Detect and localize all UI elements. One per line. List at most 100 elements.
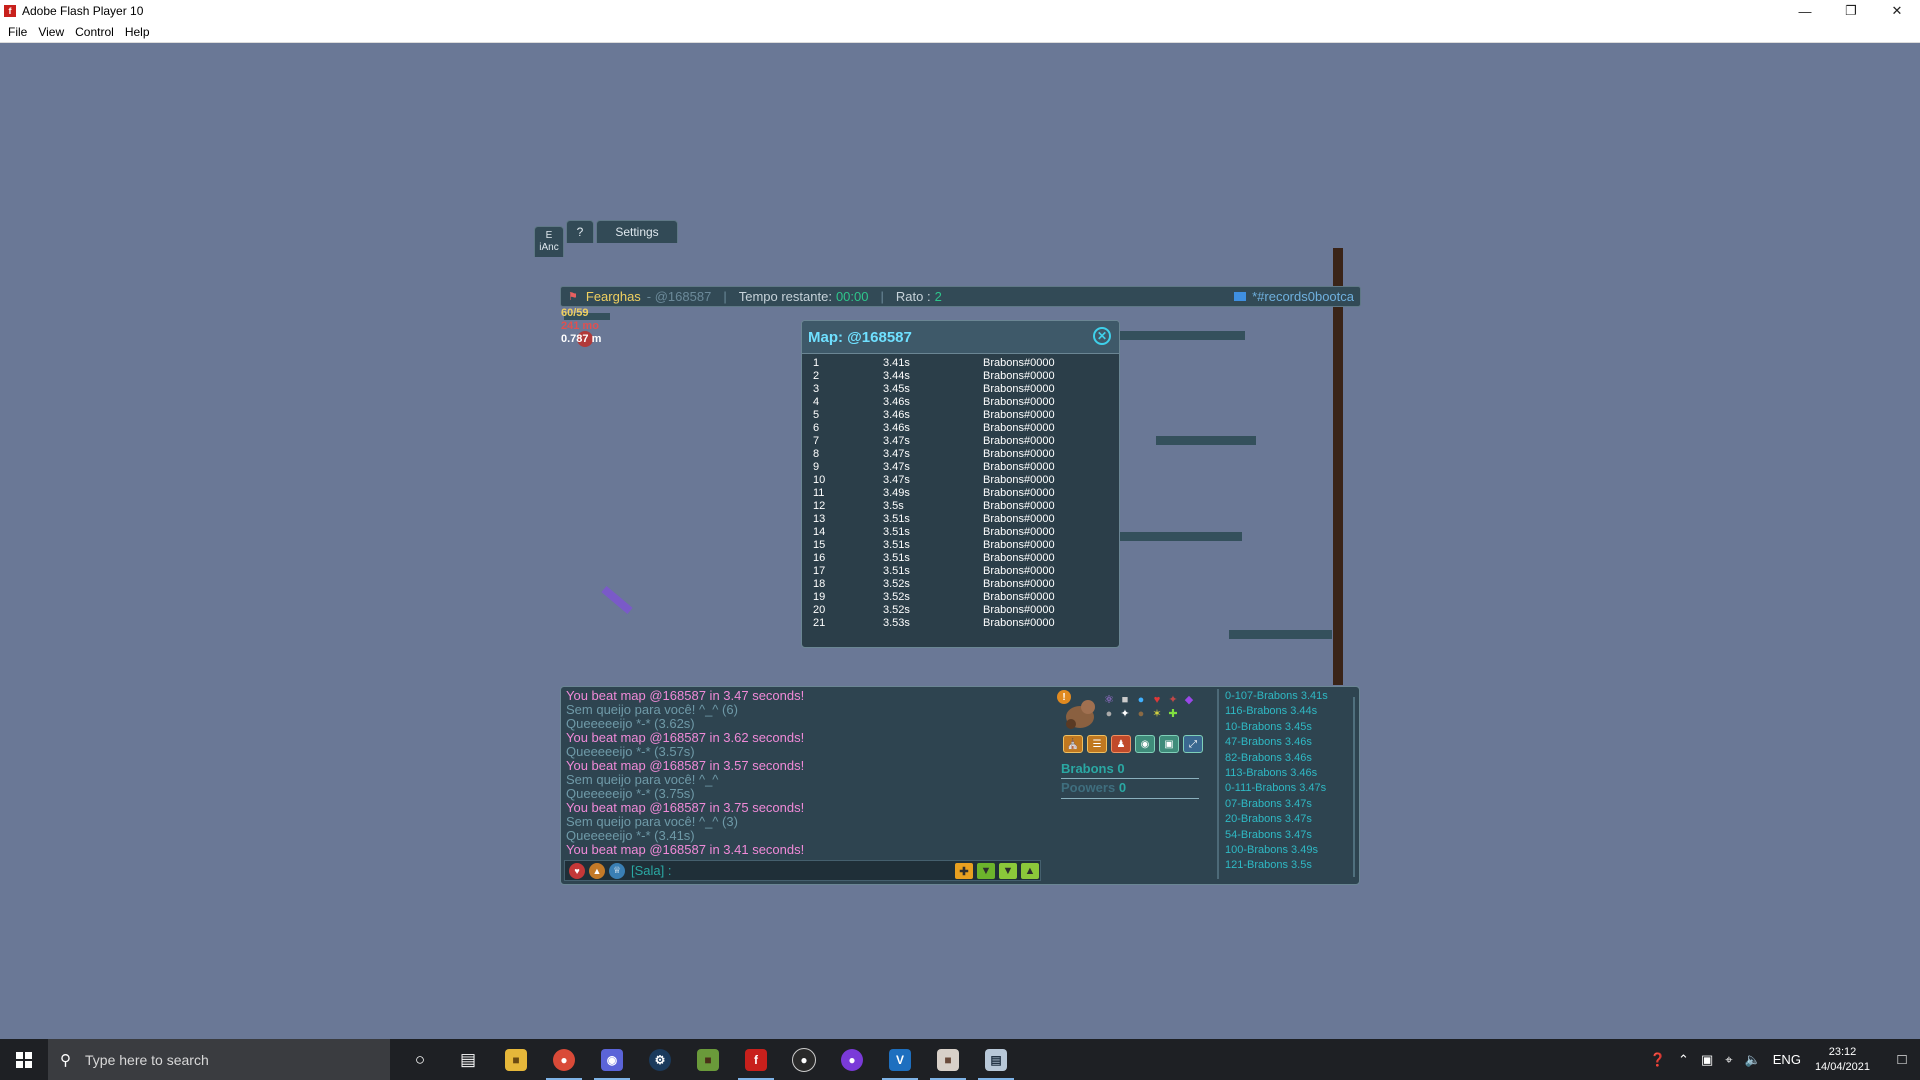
hat-icon[interactable]: ■	[1119, 694, 1131, 706]
windows-start-icon[interactable]	[0, 1039, 48, 1080]
rank-cell: 15	[813, 539, 826, 551]
ranking-entry[interactable]: 100-Brabons 3.49s	[1225, 843, 1357, 858]
taskbar-search[interactable]: ⚲ Type here to search	[48, 1039, 390, 1080]
rank-cell: 16	[813, 552, 826, 564]
table-row: 16 3.51s Brabons#0000	[813, 552, 1103, 565]
ranking-entry[interactable]: 10-Brabons 3.45s	[1225, 720, 1357, 735]
help-icon[interactable]: ❓	[1650, 1052, 1666, 1068]
ranking-entry[interactable]: 116-Brabons 3.44s	[1225, 704, 1357, 719]
chrome-icon[interactable]: ●	[540, 1039, 588, 1080]
mouse-icon[interactable]: ●	[1103, 708, 1115, 720]
clock[interactable]: 23:12 14/04/2021	[1815, 1045, 1870, 1075]
flash-player-icon[interactable]: f	[732, 1039, 780, 1080]
rank-cell: 11	[813, 487, 825, 499]
plus-icon[interactable]: ✚	[955, 863, 973, 879]
plus-icon[interactable]: ✚	[1167, 708, 1179, 720]
tab-partial-label: E	[545, 230, 553, 241]
tribe-icon[interactable]: ▣	[1159, 735, 1179, 753]
star-icon[interactable]: ✦	[1167, 694, 1179, 706]
ranking-scrollbar[interactable]	[1353, 697, 1355, 877]
help-tab[interactable]: ?	[566, 220, 594, 243]
rank-cell: 1	[813, 357, 820, 369]
sparkle-icon[interactable]: ✶	[1151, 708, 1163, 720]
file-explorer-icon[interactable]: ■	[492, 1039, 540, 1080]
settings-tab[interactable]: Settings	[596, 220, 678, 243]
minimize-button[interactable]: —	[1782, 0, 1828, 22]
obs-icon[interactable]: ●	[780, 1039, 828, 1080]
drop-icon[interactable]: ●	[1135, 694, 1147, 706]
discord-like-icon[interactable]: ◉	[588, 1039, 636, 1080]
alert-icon[interactable]: !	[1057, 690, 1071, 704]
rank-cell: 21	[813, 617, 826, 629]
chat-message: You beat map @168587 in 3.62 seconds!	[566, 730, 805, 745]
heart-icon[interactable]: ♥	[569, 862, 585, 879]
close-button[interactable]: ✕	[1874, 0, 1920, 22]
image-viewer-icon[interactable]: ■	[924, 1039, 972, 1080]
ranking-entry[interactable]: 82-Brabons 3.46s	[1225, 751, 1357, 766]
fullscreen-icon[interactable]: ⤢	[1183, 735, 1203, 753]
menu-help[interactable]: Help	[125, 25, 150, 39]
cortana-icon[interactable]: ○	[396, 1039, 444, 1080]
network-status-icon[interactable]: ▣	[1701, 1052, 1713, 1068]
arrow-down-icon[interactable]: ▼	[999, 863, 1017, 879]
app-purple-icon[interactable]: ●	[828, 1039, 876, 1080]
separator: |	[723, 289, 727, 304]
search-icon: ⚲	[60, 1051, 71, 1069]
menu-file[interactable]: File	[8, 25, 27, 39]
arrow-up-icon[interactable]: ▲	[1021, 863, 1039, 879]
chat-message: You beat map @168587 in 3.41 seconds!	[566, 842, 805, 857]
player-nick[interactable]: Fearghas	[586, 289, 641, 304]
dress-icon[interactable]: ♟	[1111, 735, 1131, 753]
crown-icon[interactable]: ♕	[609, 862, 625, 879]
powers-label: Poowers	[1061, 780, 1116, 795]
room-name[interactable]: *#records0bootca	[1234, 289, 1354, 304]
menu-view[interactable]: View	[38, 25, 64, 39]
ranking-entry[interactable]: 0-107-Brabons 3.41s	[1225, 689, 1357, 704]
notepad-icon[interactable]: ▤	[972, 1039, 1020, 1080]
wifi-icon[interactable]: ⌖	[1725, 1052, 1732, 1068]
chat-message: Queeeeeijo *-* (3.41s)	[566, 828, 695, 843]
game-canvas[interactable]: E iAnc ? Settings ⚑ Fearghas - @168587 |…	[0, 43, 1920, 1039]
arrow-down-icon[interactable]: ▼	[977, 863, 995, 879]
rank-cell: 13	[813, 513, 826, 525]
language-indicator[interactable]: ENG	[1773, 1052, 1801, 1067]
gem-icon[interactable]: ◆	[1183, 694, 1195, 706]
bow-icon[interactable]: ✦	[1119, 708, 1131, 720]
shield-icon[interactable]: ▲	[589, 862, 605, 879]
restore-button[interactable]: ❐	[1828, 0, 1874, 22]
list-icon[interactable]: ☰	[1087, 735, 1107, 753]
window-titlebar: f Adobe Flash Player 10 — ❐ ✕	[0, 0, 1920, 22]
cheese-icon[interactable]: ●	[1135, 708, 1147, 720]
chat-input-bar[interactable]: ♥ ▲ ♕ [Sala] : ✚ ▼ ▼ ▲	[564, 860, 1041, 881]
potion-icon[interactable]: ⚛	[1103, 694, 1115, 706]
divider	[1061, 798, 1199, 799]
ranking-entry[interactable]: 07-Brabons 3.47s	[1225, 797, 1357, 812]
chevron-up-icon[interactable]: ⌃	[1678, 1052, 1689, 1068]
table-row: 3 3.45s Brabons#0000	[813, 383, 1103, 396]
minecraft-icon[interactable]: ■	[684, 1039, 732, 1080]
bottom-panel: You beat map @168587 in 3.47 seconds! Sem…	[560, 686, 1360, 885]
task-view-icon[interactable]: ▤	[444, 1039, 492, 1080]
shop-icon[interactable]: ⛪	[1063, 735, 1083, 753]
notification-icon[interactable]: □	[1884, 1051, 1920, 1068]
ranking-entry[interactable]: 54-Brabons 3.47s	[1225, 828, 1357, 843]
table-row: 2 3.44s Brabons#0000	[813, 370, 1103, 383]
tab-partial[interactable]: E iAnc	[534, 226, 564, 257]
ranking-entry[interactable]: 20-Brabons 3.47s	[1225, 812, 1357, 827]
ranking-entry[interactable]: 0-111-Brabons 3.47s	[1225, 781, 1357, 796]
platform	[1110, 331, 1245, 340]
ranking-entry[interactable]: 113-Brabons 3.46s	[1225, 766, 1357, 781]
time-cell: 3.46s	[883, 422, 910, 434]
close-icon[interactable]: ✕	[1093, 327, 1111, 345]
ranking-entry[interactable]: 47-Brabons 3.46s	[1225, 735, 1357, 750]
room-label: *#records0bootca	[1252, 289, 1354, 304]
chat-icon[interactable]: ◉	[1135, 735, 1155, 753]
menu-control[interactable]: Control	[75, 25, 114, 39]
table-row: 1 3.41s Brabons#0000	[813, 357, 1103, 370]
ranking-entry[interactable]: 121-Brabons 3.5s	[1225, 858, 1357, 873]
visual-studio-icon[interactable]: V	[876, 1039, 924, 1080]
steam-icon[interactable]: ⚙	[636, 1039, 684, 1080]
volume-icon[interactable]: 🔈	[1745, 1052, 1761, 1068]
map-code: - @168587	[646, 289, 712, 304]
heart-icon[interactable]: ♥	[1151, 694, 1163, 706]
